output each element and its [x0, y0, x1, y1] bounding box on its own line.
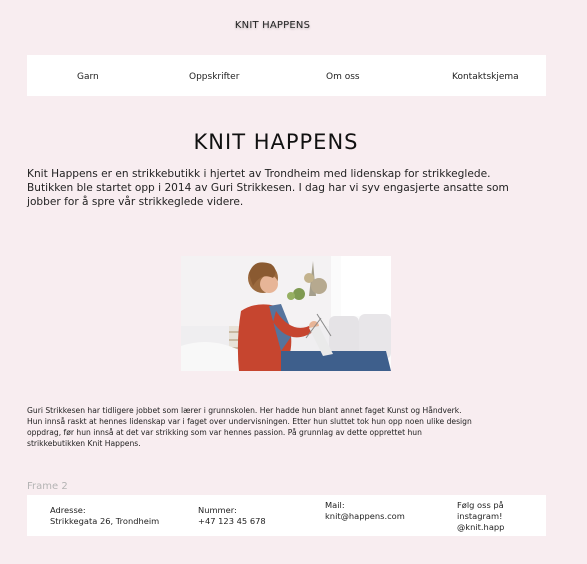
nav-item-garn[interactable]: Garn	[77, 72, 99, 82]
founder-bio: Guri Strikkesen har tidligere jobbet som…	[27, 406, 472, 448]
page-title: KNIT HAPPENS	[193, 130, 359, 154]
footer-mail: Mail: knit@happens.com	[325, 500, 405, 522]
mail-label: Mail:	[325, 500, 345, 510]
footer: Adresse: Strikkegata 26, Trondheim Numme…	[27, 495, 546, 536]
footer-address: Adresse: Strikkegata 26, Trondheim	[50, 505, 159, 527]
mail-value[interactable]: knit@happens.com	[325, 511, 405, 522]
address-label: Adresse:	[50, 505, 86, 515]
nav-item-oppskrifter[interactable]: Oppskrifter	[189, 72, 239, 82]
instagram-handle[interactable]: @knit.happ	[457, 522, 521, 533]
footer-instagram: Følg oss på instagram! @knit.happ	[457, 500, 521, 533]
founder-knitting-illustration	[181, 256, 391, 371]
founder-photo	[181, 256, 391, 371]
main-nav: Garn Oppskrifter Om oss Kontaktskjema	[27, 55, 546, 96]
instagram-label: Følg oss på instagram!	[457, 500, 504, 521]
intro-paragraph: Knit Happens er en strikkebutikk i hjert…	[27, 168, 509, 208]
nav-item-om-oss[interactable]: Om oss	[326, 72, 360, 82]
phone-label: Nummer:	[198, 505, 237, 515]
nav-item-kontaktskjema[interactable]: Kontaktskjema	[452, 72, 519, 82]
phone-value: +47 123 45 678	[198, 516, 266, 526]
footer-phone: Nummer: +47 123 45 678	[198, 505, 266, 527]
site-title: KNIT HAPPENS	[234, 20, 311, 31]
frame-label: Frame 2	[27, 481, 68, 492]
address-value: Strikkegata 26, Trondheim	[50, 516, 160, 526]
